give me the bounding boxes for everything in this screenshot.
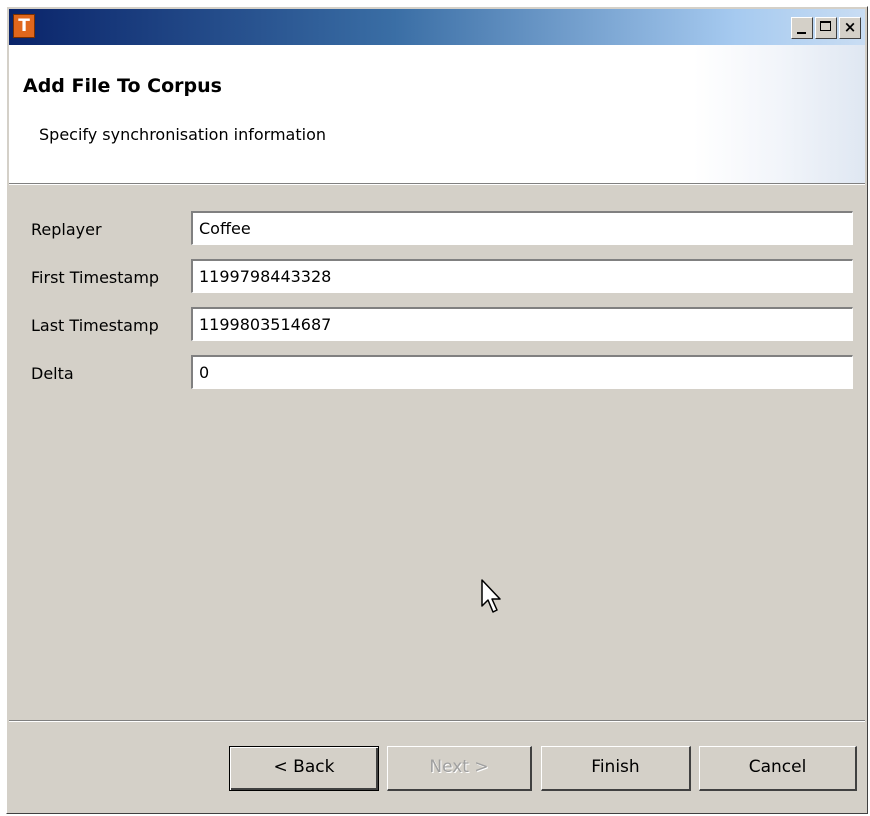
last-timestamp-field[interactable] xyxy=(191,307,853,341)
finish-button[interactable]: Finish xyxy=(541,746,691,791)
wizard-window: T × Add File To Corpus Specify synchroni… xyxy=(6,6,868,814)
first-timestamp-field[interactable] xyxy=(191,259,853,293)
first-timestamp-label: First Timestamp xyxy=(31,268,160,287)
last-timestamp-label: Last Timestamp xyxy=(31,316,159,335)
page-description: Specify synchronisation information xyxy=(39,125,327,144)
title-bar[interactable]: T × xyxy=(9,9,865,45)
minimize-button[interactable] xyxy=(791,17,813,39)
replayer-label: Replayer xyxy=(31,220,102,239)
close-icon: × xyxy=(843,18,857,36)
delta-field[interactable] xyxy=(191,355,853,389)
maximize-button[interactable] xyxy=(815,17,837,39)
app-logo-icon: T xyxy=(13,14,35,38)
close-button[interactable]: × xyxy=(839,17,861,39)
back-button[interactable]: < Back xyxy=(229,746,379,791)
minimize-icon xyxy=(797,32,806,34)
replayer-field[interactable] xyxy=(191,211,853,245)
page-title: Add File To Corpus xyxy=(23,75,222,97)
next-button: Next > xyxy=(387,746,532,791)
wizard-header: Add File To Corpus Specify synchronisati… xyxy=(9,45,865,184)
cancel-button[interactable]: Cancel xyxy=(699,746,857,791)
maximize-icon xyxy=(820,21,831,31)
header-divider xyxy=(9,184,865,185)
mouse-pointer-icon xyxy=(481,579,501,613)
button-bar-divider-highlight xyxy=(9,721,865,722)
delta-label: Delta xyxy=(31,364,74,383)
